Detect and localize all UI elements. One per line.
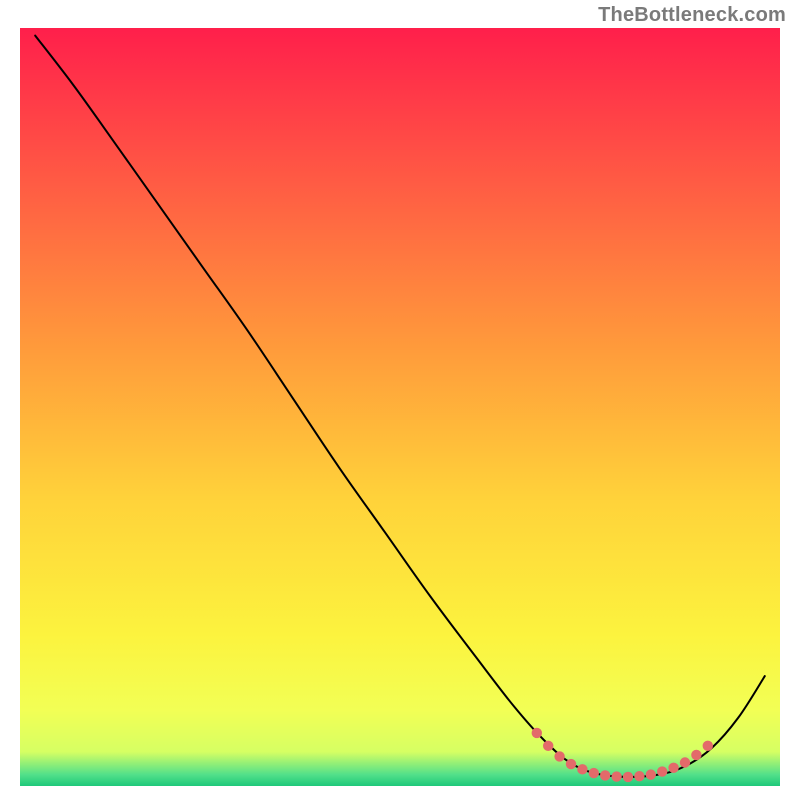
marker-dot [703,741,713,751]
chart-canvas [0,0,800,800]
marker-dot [668,763,678,773]
marker-dot [611,771,621,781]
marker-dot [623,772,633,782]
marker-dot [600,770,610,780]
marker-dot [577,764,587,774]
marker-dot [691,750,701,760]
marker-dot [680,757,690,767]
marker-dot [589,768,599,778]
marker-dot [646,769,656,779]
marker-dot [634,771,644,781]
plot-area [20,28,780,786]
marker-dot [554,751,564,761]
gradient-background [20,28,780,786]
marker-dot [657,766,667,776]
marker-dot [532,728,542,738]
marker-dot [543,741,553,751]
bottleneck-chart: TheBottleneck.com [0,0,800,800]
watermark-label: TheBottleneck.com [598,4,786,27]
marker-dot [566,759,576,769]
